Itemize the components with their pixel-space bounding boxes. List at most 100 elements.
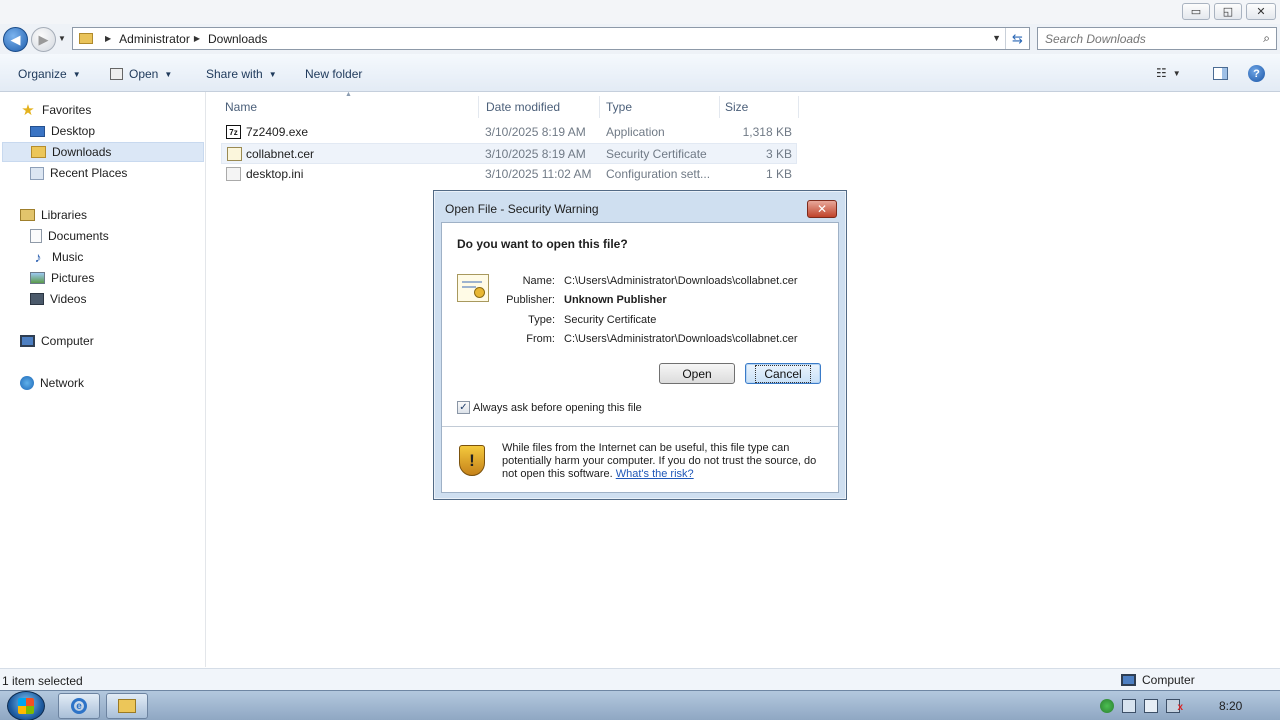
- dialog-divider: [442, 426, 838, 427]
- nav-label: Libraries: [41, 208, 88, 222]
- breadcrumb-separator-icon[interactable]: ▶: [105, 34, 111, 43]
- shield-warning-icon: !: [459, 445, 485, 476]
- nav-label: Downloads: [52, 145, 112, 159]
- column-header-type[interactable]: Type: [588, 96, 720, 118]
- change-view-button[interactable]: ☷ ▼: [1156, 66, 1181, 80]
- internet-explorer-icon: e: [71, 698, 87, 714]
- selection-status: 1 item selected: [2, 674, 83, 688]
- music-icon: ♪: [34, 249, 42, 265]
- nav-label: Videos: [50, 292, 87, 306]
- forward-button[interactable]: ▶: [31, 27, 56, 52]
- whats-the-risk-link[interactable]: What's the risk?: [616, 468, 694, 480]
- column-header-date-modified[interactable]: Date modified: [468, 96, 600, 118]
- breadcrumb-separator-icon[interactable]: ▶: [194, 34, 200, 43]
- open-with-icon: [110, 68, 123, 80]
- file-name: desktop.ini: [246, 167, 304, 181]
- volume-muted-icon[interactable]: [1166, 699, 1183, 713]
- file-type: Configuration sett...: [606, 167, 711, 181]
- file-size: 3 KB: [765, 147, 792, 161]
- search-input[interactable]: [1038, 28, 1248, 49]
- organize-button[interactable]: Organize ▼: [18, 67, 81, 81]
- open-button[interactable]: Open: [659, 363, 735, 384]
- status-bar: 1 item selected Computer: [0, 668, 1280, 690]
- from-label: From:: [526, 333, 555, 345]
- file-name: collabnet.cer: [246, 147, 315, 161]
- nav-favorites[interactable]: ★ Favorites: [20, 100, 91, 120]
- nav-music[interactable]: ♪ Music: [30, 247, 84, 267]
- file-date: 3/10/2025 8:19 AM: [485, 125, 586, 139]
- nav-recent-places[interactable]: Recent Places: [30, 163, 127, 183]
- nav-downloads[interactable]: Downloads: [2, 142, 204, 162]
- nav-network[interactable]: Network: [20, 373, 84, 393]
- column-label: Type: [606, 100, 633, 114]
- organize-label: Organize: [18, 67, 67, 81]
- system-tray: [1100, 699, 1183, 713]
- checkmark-icon[interactable]: ✓: [457, 401, 470, 414]
- search-box[interactable]: ⌕: [1037, 27, 1277, 50]
- breadcrumb-administrator[interactable]: Administrator: [119, 32, 190, 46]
- nav-label: Desktop: [51, 124, 96, 138]
- taskbar-clock[interactable]: 8:20: [1219, 699, 1242, 713]
- close-button[interactable]: ✕: [1246, 3, 1276, 20]
- sort-ascending-icon: ▲: [345, 91, 352, 98]
- column-header-name[interactable]: ▲ Name: [207, 91, 479, 118]
- column-label: Size: [725, 100, 749, 114]
- start-button[interactable]: [7, 691, 45, 720]
- search-icon[interactable]: ⌕: [1263, 31, 1270, 46]
- chevron-down-icon: ▼: [164, 69, 173, 79]
- file-size: 1,318 KB: [742, 125, 792, 139]
- command-bar: Organize ▼ Open ▼ Share with ▼ New folder ☷…: [0, 54, 1280, 92]
- open-button[interactable]: Open ▼: [110, 67, 172, 81]
- taskbar-windows-explorer[interactable]: [106, 693, 148, 719]
- recent-pages-dropdown-icon[interactable]: ▼: [58, 34, 66, 43]
- file-row[interactable]: desktop.ini 3/10/2025 11:02 AM Configura…: [221, 164, 797, 185]
- cancel-button-label: Cancel: [755, 364, 811, 383]
- file-row-selected[interactable]: collabnet.cer 3/10/2025 8:19 AM Security…: [221, 143, 797, 164]
- always-ask-checkbox[interactable]: ✓ Always ask before opening this file: [457, 401, 642, 414]
- file-row[interactable]: 7z 7z2409.exe 3/10/2025 8:19 AM Applicat…: [221, 122, 797, 143]
- file-date: 3/10/2025 8:19 AM: [485, 147, 586, 161]
- new-folder-button[interactable]: New folder: [305, 67, 362, 81]
- preview-pane-icon[interactable]: [1213, 67, 1228, 80]
- zone-indicator: Computer: [1121, 673, 1195, 687]
- warning-message: While files from the Internet can be use…: [502, 442, 832, 481]
- open-label: Open: [129, 67, 159, 81]
- taskbar-internet-explorer[interactable]: e: [58, 693, 100, 719]
- star-icon: ★: [21, 102, 35, 119]
- share-with-label: Share with: [206, 67, 263, 81]
- address-history-dropdown-icon[interactable]: ▼: [992, 33, 1001, 43]
- refresh-icon[interactable]: ⇆: [1005, 28, 1029, 49]
- computer-icon: [1121, 674, 1136, 686]
- ini-file-icon: [226, 167, 241, 181]
- dialog-close-button[interactable]: ✕: [807, 200, 837, 218]
- network-status-icon[interactable]: [1144, 699, 1158, 713]
- nav-label: Network: [40, 376, 85, 390]
- column-header-size[interactable]: Size: [707, 96, 799, 118]
- computer-icon: [20, 335, 35, 347]
- nav-desktop[interactable]: Desktop: [30, 121, 95, 141]
- back-button[interactable]: ◀: [3, 27, 28, 52]
- help-icon[interactable]: ?: [1248, 65, 1265, 82]
- nav-videos[interactable]: Videos: [30, 289, 86, 309]
- breadcrumb-downloads[interactable]: Downloads: [208, 32, 267, 46]
- nav-label: Computer: [41, 334, 94, 348]
- action-center-flag-icon[interactable]: [1122, 699, 1136, 713]
- new-folder-label: New folder: [305, 67, 363, 81]
- nav-documents[interactable]: Documents: [30, 226, 109, 246]
- column-label: Name: [225, 100, 258, 114]
- minimize-button[interactable]: ▭: [1182, 3, 1210, 20]
- file-date: 3/10/2025 11:02 AM: [485, 167, 592, 181]
- nav-label: Recent Places: [50, 166, 128, 180]
- maximize-button[interactable]: ◱: [1214, 3, 1242, 20]
- 7z-exe-icon: 7z: [226, 125, 241, 139]
- nav-libraries[interactable]: Libraries: [20, 205, 87, 225]
- share-with-button[interactable]: Share with ▼: [206, 67, 277, 81]
- file-type: Security Certificate: [606, 147, 707, 161]
- address-bar[interactable]: ▶ Administrator ▶ Downloads ▼ ⇆: [72, 27, 1030, 50]
- nav-label: Documents: [48, 229, 109, 243]
- nav-computer[interactable]: Computer: [20, 331, 94, 351]
- cancel-button[interactable]: Cancel: [745, 363, 821, 384]
- security-status-icon[interactable]: [1100, 699, 1114, 713]
- zone-label: Computer: [1142, 673, 1195, 687]
- nav-pictures[interactable]: Pictures: [30, 268, 94, 288]
